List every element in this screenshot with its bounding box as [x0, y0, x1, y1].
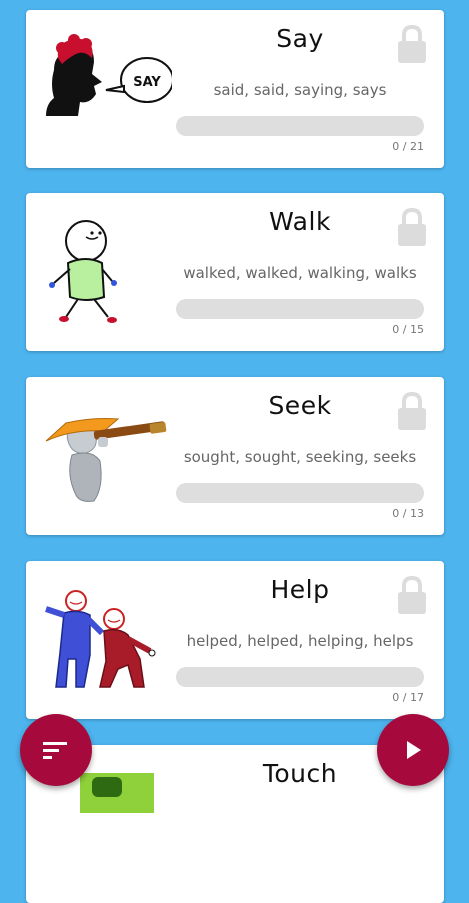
play-button[interactable] — [377, 714, 449, 786]
progress-bar — [176, 116, 424, 136]
verb-title: Help — [270, 575, 330, 604]
verb-title: Walk — [269, 207, 331, 236]
touch-picture-icon — [32, 773, 172, 903]
svg-text:SAY: SAY — [133, 75, 161, 90]
lock-icon — [396, 575, 428, 615]
helping-figures-icon — [32, 575, 172, 705]
speaking-person-icon: SAY — [32, 24, 174, 154]
progress-bar — [176, 299, 424, 319]
progress-count: 0 / 13 — [392, 507, 424, 520]
lock-icon — [396, 391, 428, 431]
verb-forms: sought, sought, seeking, seeks — [183, 448, 417, 466]
sort-icon — [43, 742, 67, 759]
progress-count: 0 / 17 — [392, 691, 424, 704]
verb-card-walk[interactable]: Walk walked, walked, walking, walks 0 / … — [26, 193, 444, 351]
verb-card-say[interactable]: SAY Say said, said, saying, says 0 / 21 — [26, 10, 444, 168]
lock-icon — [396, 207, 428, 247]
walking-figure-icon — [32, 207, 172, 337]
lock-icon — [396, 24, 428, 64]
verb-forms: helped, helped, helping, helps — [186, 632, 414, 650]
verb-title: Seek — [268, 391, 332, 420]
verb-card-help[interactable]: Help helped, helped, helping, helps 0 / … — [26, 561, 444, 719]
play-icon — [407, 741, 421, 759]
verb-title: Say — [276, 24, 324, 53]
telescope-figure-icon — [32, 391, 172, 521]
verb-forms: walked, walked, walking, walks — [183, 264, 417, 282]
verb-forms: said, said, saying, says — [213, 81, 387, 99]
progress-bar — [176, 667, 424, 687]
verb-card-seek[interactable]: Seek sought, sought, seeking, seeks 0 / … — [26, 377, 444, 535]
progress-bar — [176, 483, 424, 503]
progress-count: 0 / 15 — [392, 323, 424, 336]
sort-button[interactable] — [20, 714, 92, 786]
progress-count: 0 / 21 — [392, 140, 424, 153]
